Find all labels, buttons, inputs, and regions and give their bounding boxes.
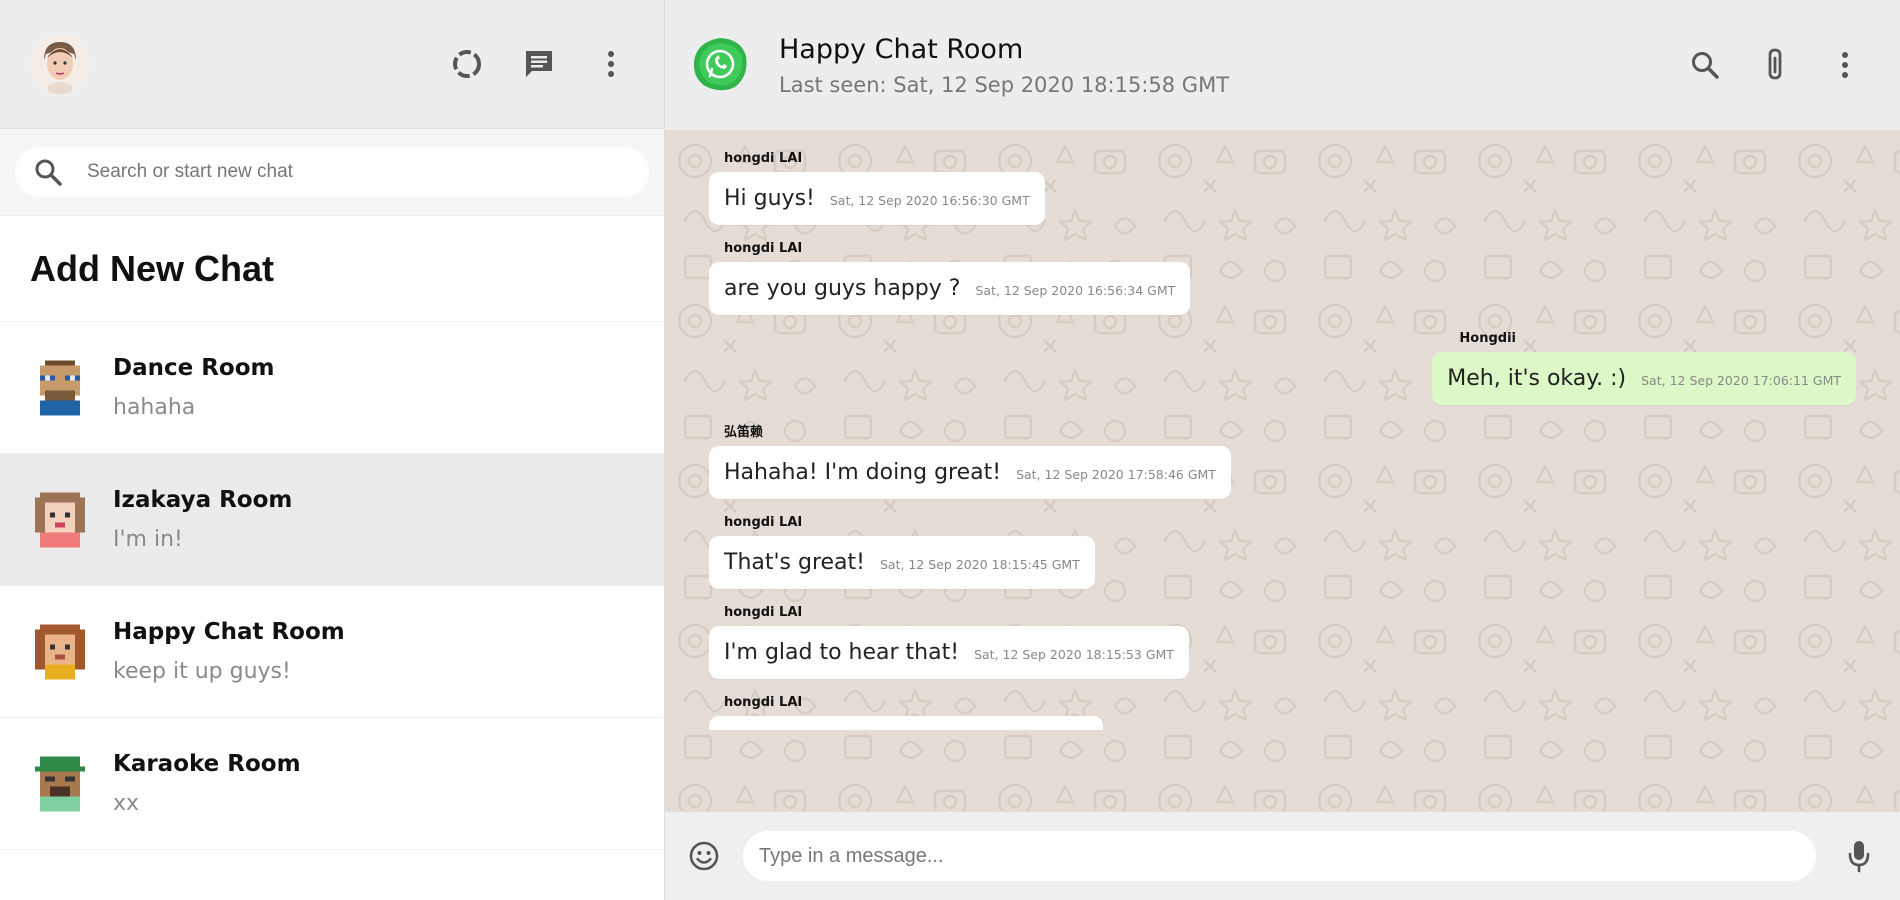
- chat-last-message: hahaha: [113, 395, 196, 420]
- message-partial: hongdi LAI: [709, 695, 1856, 730]
- message-text: Hi guys!: [724, 186, 815, 211]
- status-icon[interactable]: [446, 43, 488, 85]
- chat-header-info: Happy Chat Room Last seen: Sat, 12 Sep 2…: [779, 34, 1684, 97]
- message-time: Sat, 12 Sep 2020 17:06:11 GMT: [1641, 373, 1841, 388]
- room-avatar: [35, 492, 85, 547]
- message-bubble[interactable]: I'm glad to hear that! Sat, 12 Sep 2020 …: [709, 626, 1189, 679]
- add-new-chat[interactable]: Add New Chat: [0, 216, 664, 322]
- message: hongdi LAI are you guys happy ? Sat, 12 …: [709, 241, 1856, 315]
- chat-name: Izakaya Room: [113, 487, 293, 513]
- message-bubble[interactable]: That's great! Sat, 12 Sep 2020 18:15:45 …: [709, 536, 1095, 589]
- message-bubble-partial[interactable]: [709, 716, 1103, 730]
- chat-header-icons: [1684, 44, 1866, 86]
- message-sender: hongdi LAI: [724, 515, 803, 530]
- last-seen-text: Last seen: Sat, 12 Sep 2020 18:15:58 GMT: [779, 72, 1230, 97]
- app-window: Add New Chat Dance Room hahaha: [0, 0, 1900, 900]
- room-logo-icon[interactable]: [691, 36, 749, 94]
- message-text: Meh, it's okay. :): [1447, 366, 1627, 391]
- message-input-box[interactable]: [743, 831, 1816, 881]
- chat-item-happy-chat-room[interactable]: Happy Chat Room keep it up guys!: [0, 586, 664, 718]
- chat-info: Karaoke Room xx: [113, 751, 301, 816]
- search-icon[interactable]: [1684, 44, 1726, 86]
- message-sender: 弘笛赖: [724, 425, 764, 440]
- chat-name: Dance Room: [113, 355, 275, 381]
- message-text: That's great!: [724, 550, 865, 575]
- message-time: Sat, 12 Sep 2020 16:56:30 GMT: [829, 193, 1030, 208]
- messages: hongdi LAI Hi guys! Sat, 12 Sep 2020 16:…: [709, 151, 1856, 730]
- more-vert-icon[interactable]: [590, 43, 632, 85]
- user-avatar-photo: [30, 34, 90, 94]
- chat-item-karaoke-room[interactable]: Karaoke Room xx: [0, 718, 664, 850]
- more-vert-icon[interactable]: [1824, 44, 1866, 86]
- message-input[interactable]: [757, 843, 1816, 869]
- mic-icon[interactable]: [1838, 835, 1880, 877]
- chat-info: Dance Room hahaha: [113, 355, 275, 420]
- message-bubble[interactable]: Meh, it's okay. :) Sat, 12 Sep 2020 17:0…: [1432, 352, 1856, 405]
- search-bar: [0, 129, 664, 216]
- room-avatar: [40, 360, 80, 415]
- message: hongdi LAI That's great! Sat, 12 Sep 202…: [709, 515, 1856, 589]
- room-avatar: [35, 624, 85, 679]
- message-sender: hongdi LAI: [724, 151, 803, 166]
- message-sender: hongdi LAI: [724, 241, 803, 256]
- message-bubble[interactable]: Hi guys! Sat, 12 Sep 2020 16:56:30 GMT: [709, 172, 1045, 225]
- chat-name: Happy Chat Room: [113, 619, 345, 645]
- chat-info: Happy Chat Room keep it up guys!: [113, 619, 345, 684]
- search-input[interactable]: [85, 160, 649, 184]
- message: hongdi LAI I'm glad to hear that! Sat, 1…: [709, 605, 1856, 679]
- message-bubble[interactable]: are you guys happy ? Sat, 12 Sep 2020 16…: [709, 262, 1191, 315]
- chat-title: Happy Chat Room: [779, 33, 1024, 65]
- search-box[interactable]: [15, 147, 649, 197]
- message-bubble[interactable]: Hahaha! I'm doing great! Sat, 12 Sep 202…: [709, 446, 1231, 499]
- chat-info: Izakaya Room I'm in!: [113, 487, 292, 552]
- sidebar-header: [0, 0, 664, 129]
- sidebar-header-icons: [446, 43, 632, 85]
- message: 弘笛赖 Hahaha! I'm doing great! Sat, 12 Sep…: [709, 421, 1856, 499]
- room-avatar: [35, 756, 85, 811]
- message-time: Sat, 12 Sep 2020 17:58:46 GMT: [1016, 467, 1216, 482]
- message-list[interactable]: hongdi LAI Hi guys! Sat, 12 Sep 2020 16:…: [665, 131, 1900, 811]
- chat-last-message: xx: [113, 791, 140, 816]
- sidebar: Add New Chat Dance Room hahaha: [0, 0, 665, 900]
- chat-panel: Happy Chat Room Last seen: Sat, 12 Sep 2…: [665, 0, 1900, 900]
- chat-last-message: keep it up guys!: [113, 659, 291, 684]
- chat-item-izakaya-room[interactable]: Izakaya Room I'm in!: [0, 454, 664, 586]
- attach-icon[interactable]: [1754, 44, 1796, 86]
- chat-name: Karaoke Room: [113, 751, 301, 777]
- new-chat-icon[interactable]: [518, 43, 560, 85]
- message-time: Sat, 12 Sep 2020 16:56:34 GMT: [975, 283, 1176, 298]
- message-sender: Hongdii: [1459, 331, 1516, 346]
- message-text: are you guys happy ?: [724, 276, 961, 301]
- search-icon: [35, 159, 62, 186]
- chat-header: Happy Chat Room Last seen: Sat, 12 Sep 2…: [665, 0, 1900, 131]
- emoji-icon[interactable]: [683, 835, 725, 877]
- user-avatar[interactable]: [30, 34, 90, 94]
- chat-last-message: I'm in!: [113, 527, 183, 552]
- message-sender: hongdi LAI: [724, 605, 803, 620]
- message-text: I'm glad to hear that!: [724, 640, 960, 665]
- chat-item-dance-room[interactable]: Dance Room hahaha: [0, 322, 664, 454]
- message-time: Sat, 12 Sep 2020 18:15:45 GMT: [879, 557, 1080, 572]
- message: hongdi LAI Hi guys! Sat, 12 Sep 2020 16:…: [709, 151, 1856, 225]
- message-time: Sat, 12 Sep 2020 18:15:53 GMT: [974, 647, 1174, 662]
- message-text: Hahaha! I'm doing great!: [724, 460, 1002, 485]
- message-sender: hongdi LAI: [724, 695, 803, 710]
- message-own: Hongdii Meh, it's okay. :) Sat, 12 Sep 2…: [709, 331, 1856, 405]
- chat-footer: [665, 811, 1900, 900]
